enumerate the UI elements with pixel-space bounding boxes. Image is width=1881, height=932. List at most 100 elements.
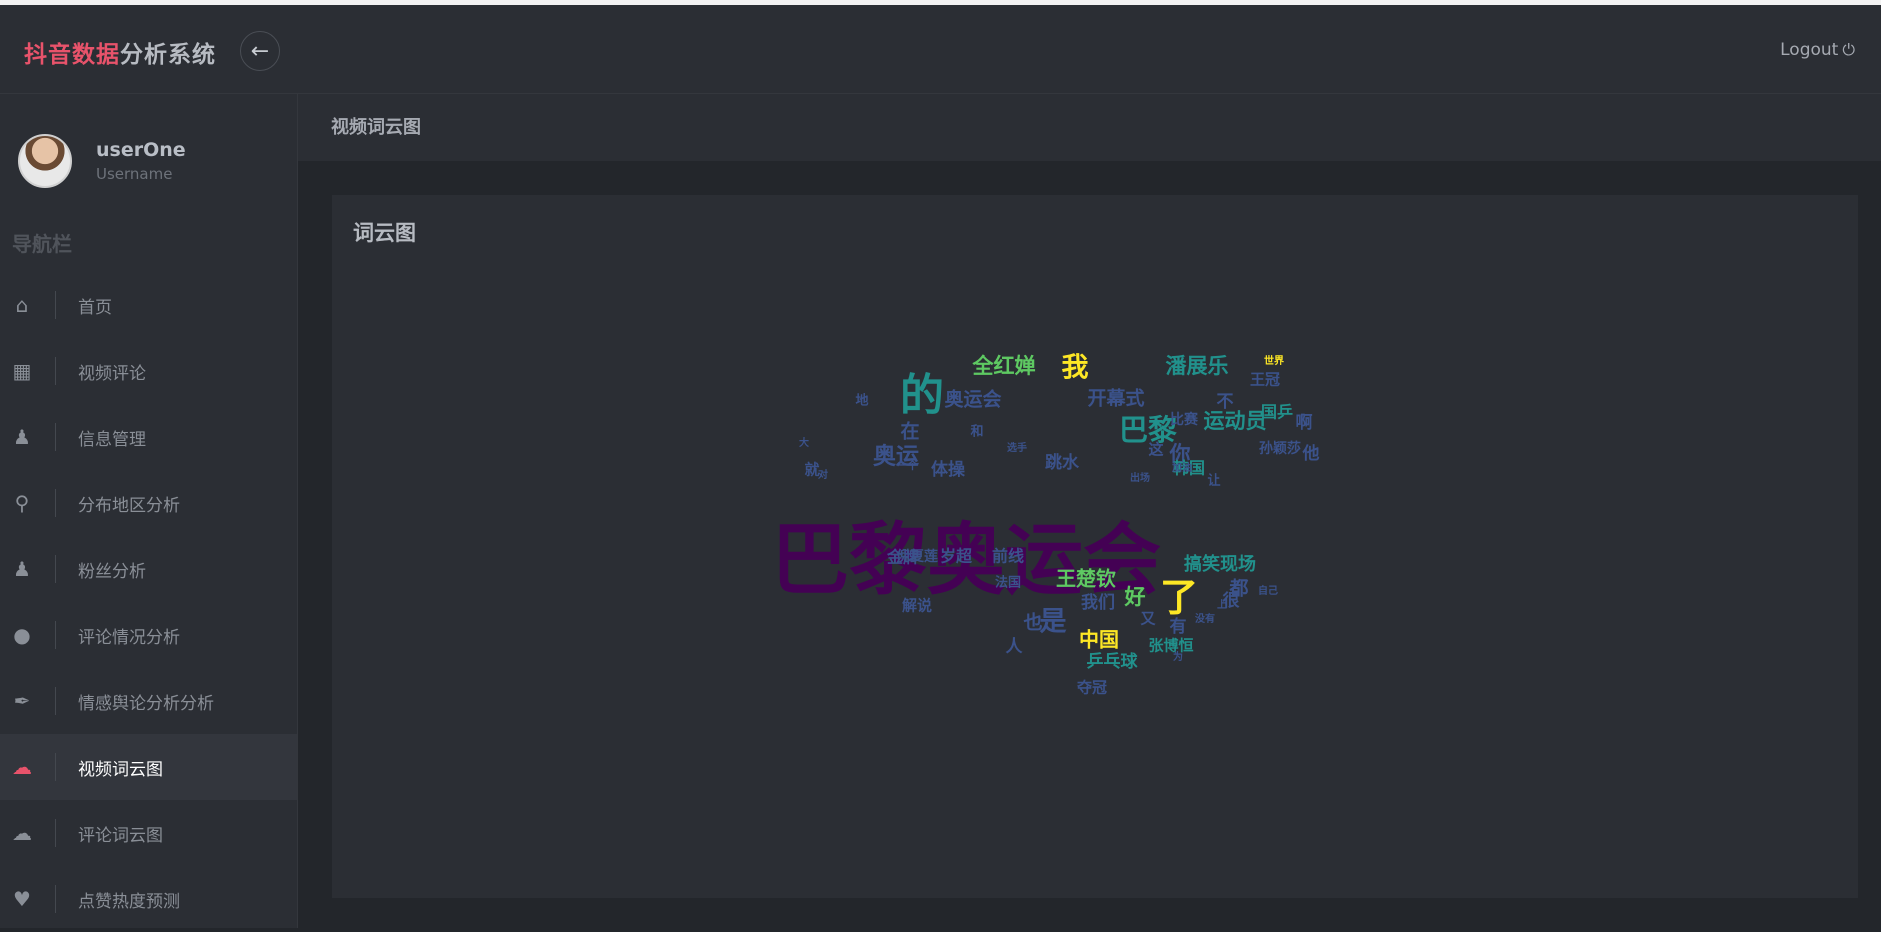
- nav-divider: [55, 753, 56, 781]
- users-icon: ♟: [13, 557, 31, 581]
- wordcloud-word: 岁超: [940, 547, 973, 566]
- user-name: userOne: [96, 139, 186, 161]
- main-content: 视频词云图 词云图 巴黎奥运会的了巴黎我是奥运 全红婵 潘展乐 运动员 奥运会 开幕式 中国…: [298, 94, 1881, 928]
- wordcloud-word: 孙颖莎: [1259, 440, 1301, 457]
- sidebar-item-label: 点赞热度预测: [78, 891, 180, 912]
- wordcloud-word: 人: [1006, 637, 1024, 657]
- wordcloud-word: 了: [1160, 576, 1198, 620]
- wordcloud-word: 让: [1207, 473, 1220, 489]
- nav-divider: [55, 291, 56, 319]
- sidebar-item-region-analysis[interactable]: ⚲ 分布地区分析: [0, 470, 297, 536]
- wordcloud-word: 没有: [1195, 612, 1215, 625]
- logout-button[interactable]: Logout ⏻: [1780, 40, 1855, 60]
- app-title-rest: 分析系统: [120, 42, 216, 68]
- avatar[interactable]: [18, 134, 72, 188]
- cloud-download-icon: ☁: [12, 755, 32, 779]
- wordcloud-word: 他: [1302, 443, 1320, 464]
- sidebar-item-likes-prediction[interactable]: ♥ 点赞热度预测: [0, 866, 297, 932]
- nav-divider: [55, 555, 56, 583]
- wordcloud-word: 我们: [1081, 592, 1115, 613]
- sidebar-item-label: 视频词云图: [78, 759, 163, 780]
- wordcloud-word: 解说: [902, 597, 932, 615]
- wordcloud-word: 法国: [995, 575, 1021, 591]
- nav-divider: [55, 357, 56, 385]
- page-header: 视频词云图: [298, 94, 1881, 161]
- wordcloud-word: 地: [855, 393, 868, 409]
- sidebar-item-fans-analysis[interactable]: ♟ 粉丝分析: [0, 536, 297, 602]
- logout-label: Logout: [1780, 40, 1839, 60]
- wordcloud-word: 自己: [1258, 584, 1278, 597]
- wordcloud-word: 对: [818, 468, 828, 481]
- wordcloud-word: 不: [1217, 392, 1234, 412]
- wordcloud-word: 王楚钦: [1056, 567, 1116, 591]
- cloud-upload-icon: ☁: [12, 821, 32, 845]
- wordcloud-word: 全红婵: [972, 354, 1036, 378]
- feather-icon: ✒: [13, 689, 31, 713]
- sidebar-item-label: 视频评论: [78, 363, 146, 384]
- home-icon: ⌂: [15, 293, 29, 317]
- top-navbar: 抖音数据分析系统 ← Logout ⏻: [0, 5, 1881, 94]
- wordcloud-word: 和: [970, 424, 983, 440]
- app-title[interactable]: 抖音数据分析系统: [24, 35, 216, 69]
- nav-divider: [55, 621, 56, 649]
- wordcloud-word: 夺冠: [1076, 679, 1107, 697]
- wordcloud-word: 张博恒: [1148, 637, 1193, 655]
- wordcloud-word: 奥运会: [944, 388, 1001, 411]
- wordcloud-card: 词云图 巴黎奥运会的了巴黎我是奥运 全红婵 潘展乐 运动员 奥运会 开幕式 中国 王楚钦好你在…: [332, 195, 1858, 898]
- sidebar-item-comment-analysis[interactable]: ● 评论情况分析: [0, 602, 297, 668]
- wordcloud-word: 有: [1170, 616, 1187, 637]
- sidebar-item-video-comments[interactable]: ▦ 视频评论: [0, 338, 297, 404]
- sidebar-nav: ⌂ 首页 ▦ 视频评论 ♟ 信息管理 ⚲ 分布地区分析 ♟ 粉丝分析 ● 评论情…: [0, 272, 297, 932]
- sidebar-item-comment-wordcloud[interactable]: ☁ 评论词云图: [0, 800, 297, 866]
- sidebar-item-label: 情感舆论分析分析: [78, 693, 214, 714]
- user-icon: ♟: [13, 425, 31, 449]
- nav-divider: [55, 423, 56, 451]
- wordcloud-word: 在: [900, 420, 919, 443]
- sidebar-item-label: 粉丝分析: [78, 561, 146, 582]
- wordcloud-word: 是: [1040, 607, 1067, 638]
- sidebar-item-home[interactable]: ⌂ 首页: [0, 272, 297, 338]
- sidebar-toggle-button[interactable]: ←: [240, 31, 280, 71]
- wordcloud-word: 中国: [1079, 628, 1119, 652]
- word-cloud-image: 巴黎奥运会的了巴黎我是奥运全红婵 潘展乐运动员奥运会 开幕式中国王楚钦好你在搞笑现场…: [771, 353, 1320, 697]
- wordcloud-word: 王冠: [1250, 371, 1280, 389]
- wordcloud-word: 运动员: [1204, 409, 1267, 433]
- sidebar-item-label: 评论情况分析: [78, 627, 180, 648]
- profile-text: userOne Username: [96, 139, 186, 183]
- sidebar-item-sentiment-analysis[interactable]: ✒ 情感舆论分析分析: [0, 668, 297, 734]
- map-marker-icon: ⚲: [14, 491, 30, 515]
- wordcloud-word: 倪夏莲: [896, 548, 938, 565]
- sidebar-item-label: 信息管理: [78, 429, 146, 450]
- nav-divider: [55, 687, 56, 715]
- wordcloud-word: 为: [1173, 650, 1183, 663]
- sidebar-item-label: 首页: [78, 297, 112, 318]
- wordcloud-word: 上: [1217, 598, 1227, 611]
- wordcloud-word: 这: [1148, 441, 1163, 459]
- user-profile[interactable]: userOne Username: [18, 134, 186, 188]
- sidebar-item-label: 分布地区分析: [78, 495, 180, 516]
- wordcloud-word: 也: [1023, 611, 1042, 634]
- wordcloud-word: 国乒: [1261, 403, 1293, 422]
- wordcloud-word: 开幕式: [1087, 387, 1144, 410]
- wordcloud-word: 比赛: [1170, 411, 1199, 428]
- wordcloud-word: 好: [1124, 585, 1146, 609]
- wordcloud-word: 又: [1140, 610, 1156, 628]
- wordcloud-word: 一个: [896, 458, 919, 472]
- wordcloud-word: 潘展乐: [1166, 354, 1229, 378]
- nav-divider: [55, 819, 56, 847]
- sidebar: userOne Username 导航栏 ⌂ 首页 ▦ 视频评论 ♟ 信息管理 …: [0, 94, 298, 928]
- heart-icon: ♥: [13, 887, 31, 911]
- wordcloud-word: 啊: [1296, 413, 1313, 433]
- user-role: Username: [96, 165, 173, 183]
- wordcloud-word: 选手: [1007, 441, 1027, 454]
- power-icon: ⏻: [1842, 40, 1855, 59]
- wordcloud-word: 大: [799, 436, 809, 449]
- nav-divider: [55, 489, 56, 517]
- wordcloud-word: 乒乓球: [1087, 651, 1139, 672]
- sidebar-item-info-management[interactable]: ♟ 信息管理: [0, 404, 297, 470]
- sidebar-item-video-wordcloud[interactable]: ☁ 视频词云图: [0, 734, 297, 800]
- wordcloud-word: 搞笑现场: [1184, 553, 1256, 575]
- comment-icon: ●: [13, 623, 31, 647]
- sidebar-item-label: 评论词云图: [78, 825, 163, 846]
- wordcloud-word: 的: [900, 370, 944, 421]
